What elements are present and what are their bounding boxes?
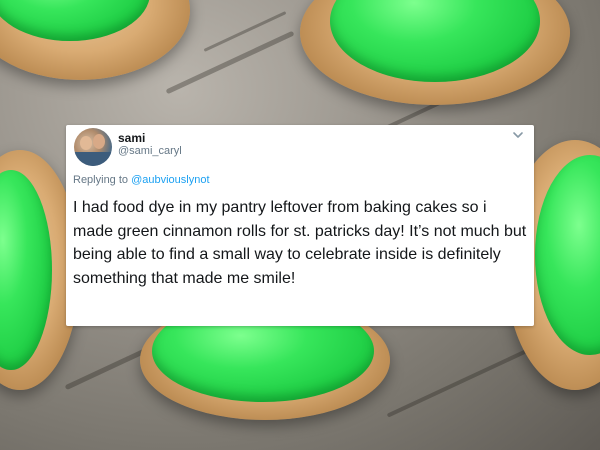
chevron-down-icon[interactable] [512,130,524,140]
pan-streak [165,30,295,95]
pan-streak [203,11,287,52]
tweet-text: I had food dye in my pantry leftover fro… [73,199,527,287]
display-name[interactable]: sami [118,131,145,145]
replying-to: Replying to @aubviouslynot [73,174,210,186]
replying-to-link[interactable]: @aubviouslynot [131,174,209,186]
avatar[interactable] [74,128,112,166]
pan-streak [386,346,534,418]
tweet-card: sami @sami_caryl Replying to @aubviously… [66,125,534,326]
replying-to-prefix: Replying to [73,174,132,186]
user-handle[interactable]: @sami_caryl [118,145,182,157]
